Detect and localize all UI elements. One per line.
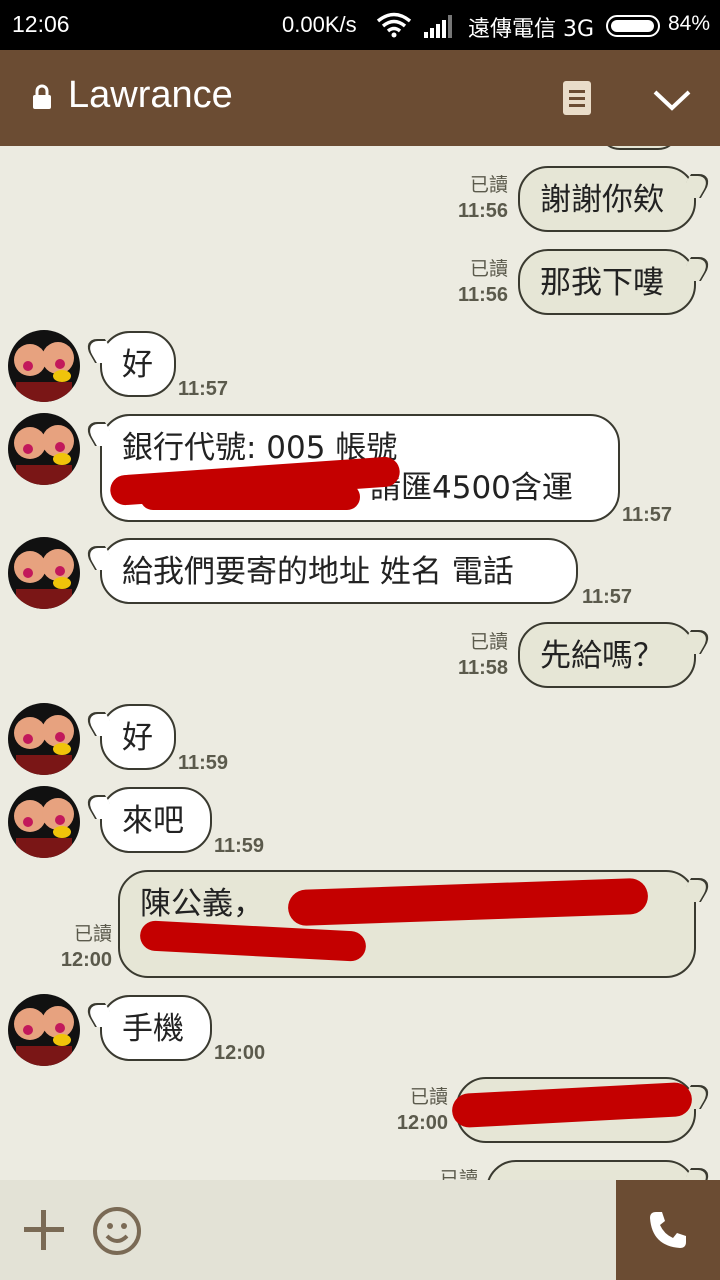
message-bubble[interactable]: 來吧 <box>100 787 212 853</box>
message-time: 11:59 <box>214 835 265 857</box>
message-bubble[interactable]: 那我下嘍 <box>518 249 696 315</box>
chat-title: Lawrance <box>68 74 233 116</box>
status-bar: 12:06 0.00K/s 遠傳電信 3G 84% <box>0 0 720 50</box>
message-text: 謝謝你欸 <box>540 182 664 218</box>
status-battery-percent: 84% <box>668 12 711 35</box>
signal-icon <box>424 15 452 38</box>
chat-header: Lawrance <box>0 50 720 146</box>
message-time: 11:56 <box>457 200 508 222</box>
read-receipt: 已讀 <box>469 258 508 280</box>
read-receipt: 已讀 <box>73 923 112 945</box>
message-bubble[interactable]: 謝謝你欸 <box>518 166 696 232</box>
status-time: 12:06 <box>12 11 70 37</box>
message-bubble[interactable] <box>486 1160 696 1180</box>
message-meta: 已讀 11:58 <box>440 629 508 681</box>
chevron-down-icon[interactable] <box>652 88 692 112</box>
message-text: 那我下嘍 <box>540 265 664 301</box>
lock-icon <box>33 84 51 109</box>
call-button[interactable] <box>616 1180 720 1280</box>
message-time: 12:00 <box>214 1042 266 1064</box>
message-time: 11:57 <box>622 504 673 526</box>
avatar[interactable] <box>8 537 80 609</box>
avatar[interactable] <box>8 413 80 485</box>
read-receipt: 已讀 <box>469 631 508 653</box>
message-text: 給我們要寄的地址 姓名 電話 <box>122 554 514 590</box>
message-time: 11:58 <box>457 657 508 679</box>
message-bubble[interactable]: 給我們要寄的地址 姓名 電話 <box>100 538 578 604</box>
read-receipt: 已讀 <box>469 174 508 196</box>
message-text: 陳公義， <box>140 886 264 922</box>
message-bubble[interactable]: 手機 <box>100 995 212 1061</box>
message-meta: 已讀 <box>410 1166 478 1180</box>
avatar[interactable] <box>8 330 80 402</box>
redaction-mark <box>140 484 360 510</box>
message-time: 11:56 <box>457 284 508 306</box>
message-time: 11:59 <box>178 752 229 774</box>
message-bubble-partial[interactable] <box>598 146 680 150</box>
status-carrier: 遠傳電信 3G <box>468 17 595 42</box>
phone-icon <box>650 1212 686 1248</box>
message-bubble[interactable]: 先給嗎？ <box>518 622 696 688</box>
message-bubble[interactable]: 好 <box>100 704 176 770</box>
message-text: 好 <box>122 347 153 383</box>
avatar[interactable] <box>8 786 80 858</box>
message-text: 好 <box>122 720 153 756</box>
wifi-icon <box>376 12 412 38</box>
message-meta: 已讀 12:00 <box>380 1084 448 1136</box>
message-text: 先給嗎？ <box>540 638 664 674</box>
message-meta: 已讀 12:00 <box>44 921 112 973</box>
read-receipt: 已讀 <box>439 1168 478 1180</box>
plus-icon[interactable] <box>22 1208 66 1252</box>
message-time: 11:57 <box>582 586 633 608</box>
emoji-icon[interactable] <box>92 1206 142 1256</box>
message-list[interactable]: 已讀 11:56 謝謝你欸 已讀 11:56 那我下嘍 好 11:57 銀行代號… <box>0 146 720 1180</box>
battery-icon <box>606 15 660 37</box>
read-receipt: 已讀 <box>409 1086 448 1108</box>
message-text: 手機 <box>122 1011 184 1047</box>
message-meta: 已讀 11:56 <box>440 172 508 224</box>
avatar[interactable] <box>8 994 80 1066</box>
input-bar <box>0 1180 720 1280</box>
message-time: 12:00 <box>396 1112 448 1134</box>
message-text: 來吧 <box>122 803 184 839</box>
message-bubble[interactable]: 好 <box>100 331 176 397</box>
avatar[interactable] <box>8 703 80 775</box>
message-meta: 已讀 11:56 <box>440 256 508 308</box>
status-network-speed: 0.00K/s <box>282 12 357 37</box>
message-time: 11:57 <box>178 378 229 400</box>
notes-icon[interactable] <box>562 80 592 116</box>
message-time: 12:00 <box>60 949 112 971</box>
